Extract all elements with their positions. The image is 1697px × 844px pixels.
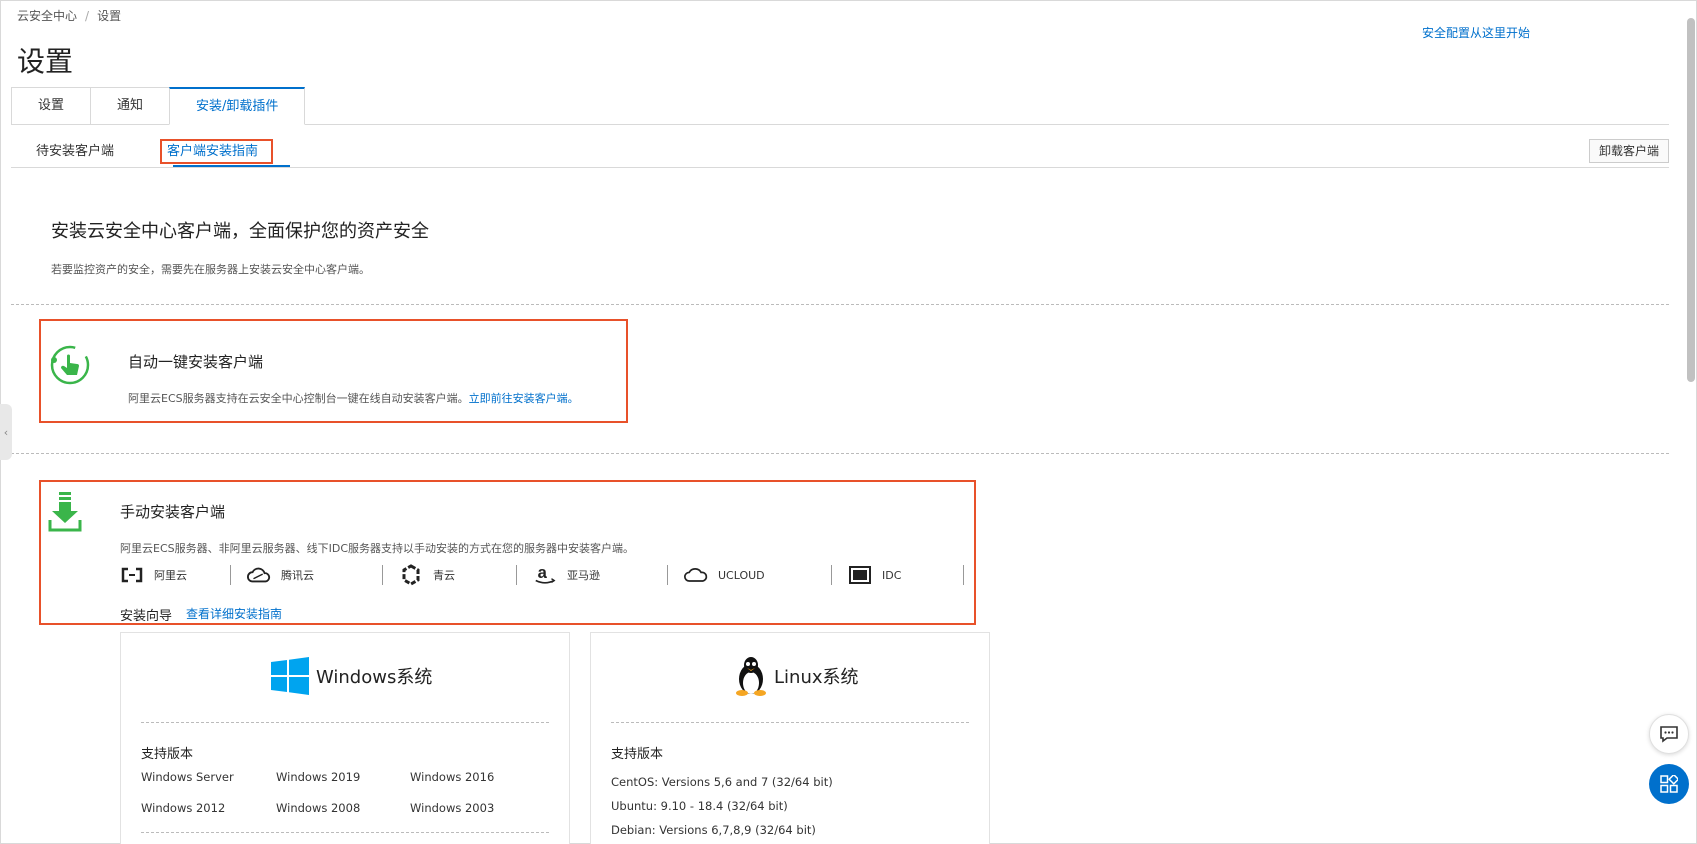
tab-settings[interactable]: 设置 <box>11 87 91 125</box>
auto-install-title: 自动一键安装客户端 <box>128 353 264 371</box>
version-item: Windows 2012 <box>141 801 226 815</box>
provider-qingcloud[interactable]: 青云 <box>383 564 517 586</box>
manual-install-desc: 阿里云ECS服务器、非阿里云服务器、线下IDC服务器支持以手动安装的方式在您的服… <box>120 542 635 555</box>
windows-logo-icon <box>270 656 310 696</box>
chevron-left-icon: ‹ <box>3 425 9 439</box>
divider <box>11 304 1669 305</box>
provider-amazon[interactable]: a 亚马逊 <box>517 564 668 585</box>
divider <box>611 722 969 723</box>
divider <box>141 832 549 833</box>
apps-grid-icon <box>1660 775 1678 793</box>
provider-name: 青云 <box>433 569 455 582</box>
ucloud-icon <box>684 565 708 585</box>
tab-notifications[interactable]: 通知 <box>90 87 170 125</box>
tab-install-uninstall-plugin[interactable]: 安装/卸载插件 <box>169 87 306 125</box>
provider-name: 亚马逊 <box>567 569 600 582</box>
chat-icon <box>1659 725 1679 743</box>
provider-name: IDC <box>882 568 902 582</box>
touch-install-icon <box>49 344 91 386</box>
sub-tabs-divider <box>11 167 1669 168</box>
auto-install-desc: 阿里云ECS服务器支持在云安全中心控制台一键在线自动安装客户端。立即前往安装客户… <box>128 390 579 406</box>
divider <box>141 722 549 723</box>
install-wizard-label: 安装向导 <box>120 609 173 624</box>
linux-supported-label: 支持版本 <box>611 747 664 762</box>
sidebar-toggle-handle[interactable]: ‹ <box>0 404 12 460</box>
provider-ucloud[interactable]: UCLOUD <box>668 565 832 585</box>
provider-tencent[interactable]: 腾讯云 <box>231 565 383 585</box>
hero-description: 若要监控资产的安全，需要先在服务器上安装云安全中心客户端。 <box>51 263 370 276</box>
main-tabs: 设置 通知 安装/卸载插件 <box>11 87 306 125</box>
provider-list: 阿里云 腾讯云 青云 a 亚马逊 UCLOUD IDC <box>120 563 972 587</box>
version-item: Windows 2016 <box>410 770 495 784</box>
breadcrumb-current: 设置 <box>97 9 122 23</box>
detailed-guide-link[interactable]: 查看详细安装指南 <box>186 605 282 622</box>
windows-title-text: Windows系统 <box>316 667 433 688</box>
aliyun-logo-icon <box>120 565 144 585</box>
windows-supported-label: 支持版本 <box>141 747 194 762</box>
breadcrumb-root[interactable]: 云安全中心 <box>17 9 77 23</box>
scrollbar-thumb[interactable] <box>1687 18 1695 382</box>
version-item: Windows 2019 <box>276 770 361 784</box>
linux-card-title: Linux系统 <box>734 656 859 696</box>
feedback-chat-button[interactable] <box>1649 714 1689 754</box>
uninstall-client-button[interactable]: 卸载客户端 <box>1588 139 1669 163</box>
windows-card-title: Windows系统 <box>270 656 432 696</box>
provider-name: UCLOUD <box>718 568 765 582</box>
provider-idc[interactable]: IDC <box>832 565 964 585</box>
active-subtab-underline <box>173 165 290 167</box>
provider-name: 阿里云 <box>154 569 187 582</box>
provider-name: 腾讯云 <box>281 569 314 582</box>
tencent-cloud-icon <box>247 565 271 585</box>
version-item: Ubuntu: 9.10 - 18.4 (32/64 bit) <box>611 799 788 813</box>
page-title: 设置 <box>17 45 74 78</box>
divider <box>11 453 1669 454</box>
auto-install-desc-text: 阿里云ECS服务器支持在云安全中心控制台一键在线自动安装客户端。 <box>128 392 469 405</box>
version-item: CentOS: Versions 5,6 and 7 (32/64 bit) <box>611 775 833 789</box>
hero-title: 安装云安全中心客户端，全面保护您的资产安全 <box>51 221 429 242</box>
version-item: Windows 2003 <box>410 801 495 815</box>
apps-button[interactable] <box>1649 764 1689 804</box>
manual-install-title: 手动安装客户端 <box>120 503 226 521</box>
security-config-link[interactable]: 安全配置从这里开始 <box>1422 24 1530 41</box>
qingcloud-icon <box>399 564 423 586</box>
linux-title-text: Linux系统 <box>774 667 859 688</box>
svg-text:a: a <box>538 564 548 582</box>
subtab-install-guide[interactable]: 客户端安装指南 <box>167 140 258 159</box>
version-item: Windows Server <box>141 770 234 784</box>
go-install-link[interactable]: 立即前往安装客户端。 <box>469 392 579 405</box>
subtab-pending-clients[interactable]: 待安装客户端 <box>36 140 114 159</box>
download-icon <box>48 492 82 534</box>
version-item: Windows 2008 <box>276 801 361 815</box>
breadcrumb-separator: / <box>85 9 90 23</box>
idc-icon <box>848 565 872 585</box>
provider-aliyun[interactable]: 阿里云 <box>120 565 231 585</box>
linux-penguin-icon <box>734 655 768 697</box>
amazon-icon: a <box>533 564 557 585</box>
version-item: Debian: Versions 6,7,8,9 (32/64 bit) <box>611 823 816 837</box>
breadcrumb: 云安全中心 / 设置 <box>17 7 121 24</box>
